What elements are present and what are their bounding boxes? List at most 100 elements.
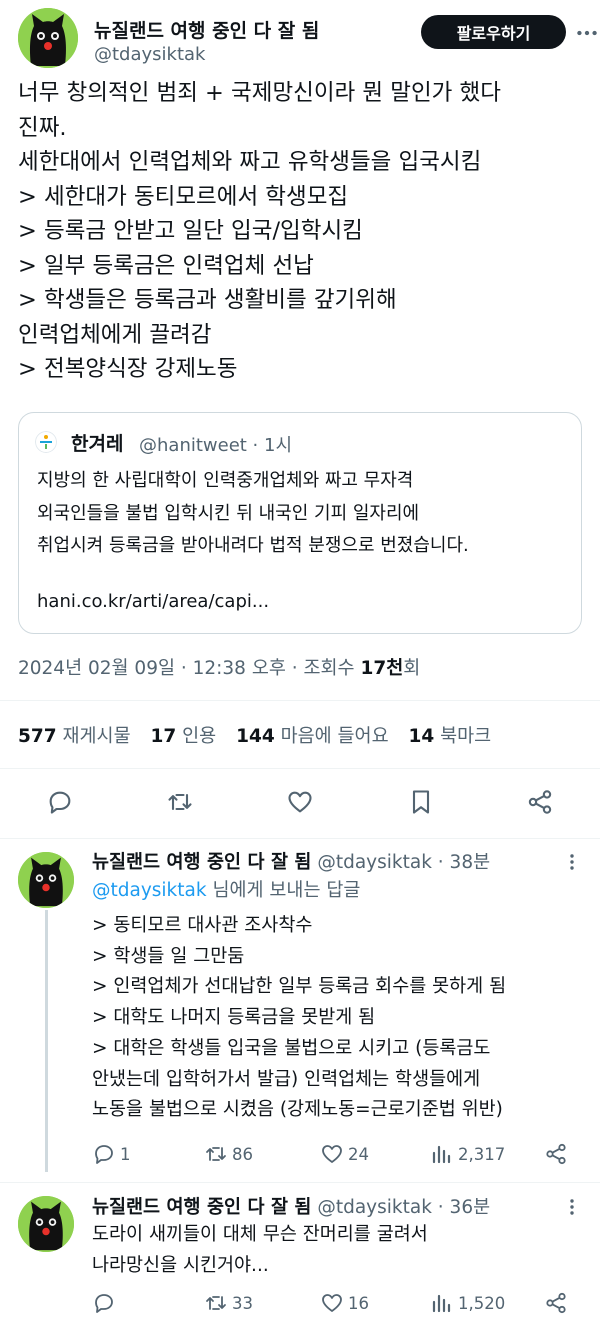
heart-icon[interactable] [286,788,314,816]
reply-views-button[interactable]: 2,317 [430,1139,505,1169]
bookmark-icon[interactable] [407,788,435,816]
divider [0,1182,600,1183]
author-handle[interactable]: @tdaysiktak [94,44,205,65]
reply-text: 도라이 새끼들이 대체 무슨 잔머리를 굴려서 나라망신을 시킨거야... [92,1220,428,1281]
reply-retweet-button[interactable]: 86 [204,1139,253,1169]
quoted-link[interactable]: hani.co.kr/arti/area/capi... [37,591,269,612]
reply-line: 노동을 불법으로 시켰음 (강제노동=근로기준법 위반) [92,1099,503,1121]
replying-to: @tdaysiktak 님에게 보내는 답글 [92,876,360,902]
view-suffix: 회 [403,658,421,679]
reply-header: 뉴질랜드 여행 중인 다 잘 됨 @tdaysiktak · 38분 [92,848,490,874]
tweet-timestamp: 2024년 02월 09일 · 12:38 오후 · 조회수 17천회 [18,654,420,680]
reply-like-button[interactable]: 24 [320,1139,369,1169]
bookmark-stat[interactable]: 14 북마크 [409,726,506,747]
reply-to-label: 님에게 보내는 답글 [206,880,361,901]
views-icon [432,1145,451,1164]
bookmark-count: 14 [408,726,435,747]
quoted-line: 지방의 한 사립대학이 인력중개업체와 짜고 무자격 [37,470,414,491]
reply-action-bar: 1 86 24 2,317 [92,1139,582,1169]
view-count: 17천 [360,658,404,679]
quote-label: 인용 [182,726,217,747]
more-icon[interactable] [562,1197,582,1217]
reply-author-name[interactable]: 뉴질랜드 여행 중인 다 잘 됨 [92,1197,311,1218]
reply-icon [95,1145,113,1164]
reply-count: 1 [120,1144,131,1164]
quote-stat[interactable]: 17 인용 [151,726,231,747]
reply-avatar[interactable] [18,852,74,908]
reply-handle-time[interactable]: @tdaysiktak · 38분 [317,852,490,873]
heart-icon [322,1145,342,1163]
thread-connector-line [45,910,48,1172]
retweet-count: 33 [232,1293,253,1313]
reply-views-button[interactable]: 1,520 [430,1288,505,1318]
section-divider [0,838,600,839]
tweet-line: > 세한대가 동티모르에서 학생모집 [18,183,349,210]
tweet-line: > 등록금 안받고 일단 입국/입학시킴 [18,218,363,244]
retweet-icon[interactable] [166,788,194,816]
share-icon [546,1292,566,1314]
tweet-line: > 전복양식장 강제노동 [18,356,238,382]
reply-line: > 인력업체가 선대납한 일부 등록금 회수를 못하게 됨 [92,976,507,998]
share-icon [546,1143,566,1165]
divider [0,768,600,769]
quoted-handle-time: @hanitweet · 1시 [139,435,293,456]
views-icon [432,1294,451,1313]
black-cat-avatar-icon [18,852,74,908]
tweet-line: 인력업체에게 끌려감 [18,321,212,348]
quote-count: 17 [150,726,177,747]
like-stat[interactable]: 144 마음에 들어요 [236,726,403,747]
reply-line: 나라망신을 시킨거야... [92,1254,269,1276]
reply-reply-button[interactable] [92,1288,120,1318]
retweet-icon [206,1147,226,1161]
quoted-text: 지방의 한 사립대학이 인력중개업체와 짜고 무자격 외국인들을 불법 입학시킨… [37,465,469,563]
retweet-count: 86 [232,1144,253,1164]
retweet-label: 재게시물 [62,726,131,747]
follow-button[interactable]: 팔로우하기 [421,15,566,49]
quoted-line: 취업시켜 등록금을 받아내려다 법적 분쟁으로 번졌습니다. [37,535,469,556]
reply-action-bar: 33 16 1,520 [92,1288,582,1318]
reply-handle-time[interactable]: @tdaysiktak · 36분 [317,1197,490,1218]
reply-retweet-button[interactable]: 33 [204,1288,253,1318]
author-avatar[interactable] [18,8,78,68]
reply-line: > 동티모르 대사관 조사착수 [92,915,313,936]
reply-mention-link[interactable]: @tdaysiktak [92,880,207,901]
retweet-stat[interactable]: 577 재게시물 [18,726,145,747]
more-icon[interactable] [574,20,600,46]
like-count: 16 [348,1293,369,1313]
retweet-icon [206,1296,226,1310]
tweet-header: 뉴질랜드 여행 중인 다 잘 됨 @tdaysiktak 팔로우하기 [18,8,597,68]
like-count: 24 [348,1144,369,1164]
reply-author-name[interactable]: 뉴질랜드 여행 중인 다 잘 됨 [92,852,311,873]
tweet-line: 진짜. [18,114,67,141]
reply-line: 도라이 새끼들이 대체 무슨 잔머리를 굴려서 [92,1224,428,1245]
views-count: 2,317 [458,1144,506,1164]
reply-like-button[interactable]: 16 [320,1288,369,1318]
quoted-line: 외국인들을 불법 입학시킨 뒤 내국인 기피 일자리에 [37,502,420,524]
reply-text: > 동티모르 대사관 조사착수 > 학생들 일 그만둠 > 인력업체가 선대납한… [92,911,506,1126]
reply-reply-button[interactable]: 1 [92,1139,131,1169]
divider [0,700,600,701]
reply-share-button[interactable] [544,1139,572,1169]
like-count: 144 [236,726,275,747]
like-label: 마음에 들어요 [280,726,389,747]
views-count: 1,520 [458,1293,506,1313]
engagement-stats: 577 재게시물 17 인용 144 마음에 들어요 14 북마크 [18,722,505,748]
reply-line: > 학생들 일 그만둠 [92,945,245,967]
reply-header: 뉴질랜드 여행 중인 다 잘 됨 @tdaysiktak · 36분 [92,1193,490,1219]
share-icon[interactable] [526,788,554,816]
reply-line: 안냈는데 입학허가서 발급) 인력업체는 학생들에게 [92,1068,481,1090]
reply-share-button[interactable] [544,1288,572,1318]
quoted-tweet-card[interactable]: 한겨레 @hanitweet · 1시 지방의 한 사립대학이 인력중개업체와 … [18,412,582,634]
more-icon[interactable] [562,852,582,872]
author-name[interactable]: 뉴질랜드 여행 중인 다 잘 됨 [94,16,319,43]
reply-line: > 대학은 학생들 입국을 불법으로 시키고 (등록금도 [92,1037,491,1059]
black-cat-avatar-icon [18,1196,74,1252]
reply-line: > 대학도 나머지 등록금을 못받게 됨 [92,1007,376,1029]
black-cat-avatar-icon [18,8,78,68]
reply-avatar[interactable] [18,1196,74,1252]
tweet-action-bar [0,782,600,822]
reply-icon[interactable] [46,788,74,816]
tweet-line: 너무 창의적인 범죄 + 국제망신이라 뭔 말인가 했다 [18,80,501,106]
quoted-author-name: 한겨레 [71,433,124,455]
reply-icon [95,1294,113,1313]
